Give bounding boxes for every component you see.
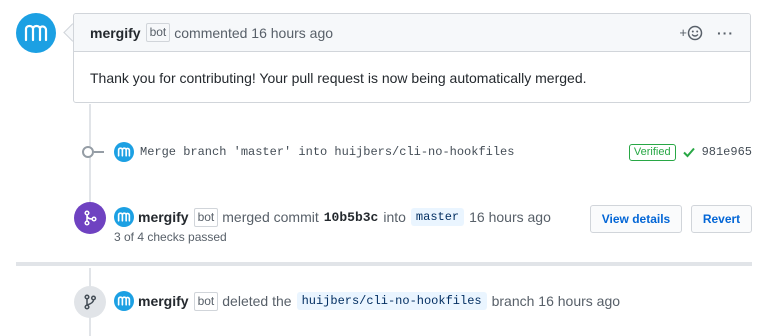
merged-event: mergify bot merged commit 10b5b3c into m… [114,207,551,227]
more-options-button[interactable]: ··· [717,25,734,41]
into-text: into [383,209,406,225]
smiley-icon [687,25,703,40]
revert-button[interactable]: Revert [691,205,752,233]
comment-author[interactable]: mergify [90,25,141,41]
commit-message[interactable]: Merge branch 'master' into huijbers/cli-… [140,145,514,159]
comment-meta[interactable]: commented 16 hours ago [174,25,333,41]
checks-status[interactable]: 3 of 4 checks passed [114,230,227,244]
deleted-time[interactable]: branch 16 hours ago [492,293,620,309]
mergify-avatar-small[interactable] [114,207,134,227]
mergify-logo-icon [117,296,131,306]
mergify-avatar-small[interactable] [114,142,134,162]
mergify-logo-icon [117,147,131,157]
verified-badge[interactable]: Verified [628,143,676,161]
commit-sha[interactable]: 981e965 [702,145,752,159]
mergify-avatar-small[interactable] [114,291,134,311]
comment-box: mergify bot commented 16 hours ago + ···… [73,13,751,103]
mergify-avatar[interactable] [16,13,56,53]
add-reaction-button[interactable]: + [679,25,703,41]
commit-status: Verified 981e965 [628,143,752,161]
merged-author[interactable]: mergify [138,209,189,225]
plus-icon: + [679,25,687,40]
comment-header: mergify bot commented 16 hours ago + ··· [74,14,750,52]
merged-commit-link[interactable]: 10b5b3c [324,210,379,225]
deleted-branch[interactable]: huijbers/cli-no-hookfiles [296,292,487,310]
comment-actions: + ··· [679,25,734,41]
commit-row: Merge branch 'master' into huijbers/cli-… [80,140,752,164]
view-details-button[interactable]: View details [590,205,682,233]
bot-label: bot [193,207,219,227]
merged-badge [74,202,106,234]
mergify-logo-icon [117,212,131,222]
comment-body: Thank you for contributing! Your pull re… [90,70,587,86]
commit-node-tail [94,151,104,153]
check-icon [682,147,695,158]
merged-time[interactable]: 16 hours ago [469,209,551,225]
bot-label: bot [145,23,171,42]
git-merge-icon [84,210,97,226]
commit-node-icon [82,146,94,158]
mergify-logo-icon [24,24,48,42]
deleted-text: deleted the [222,293,292,309]
deleted-event: mergify bot deleted the huijbers/cli-no-… [114,291,620,311]
deleted-author[interactable]: mergify [138,293,189,309]
target-branch[interactable]: master [410,208,465,226]
merged-text: merged commit [222,209,319,225]
timeline-divider [16,262,752,266]
git-branch-icon [84,294,97,310]
branch-deleted-badge [74,286,106,318]
bot-label: bot [193,291,219,311]
